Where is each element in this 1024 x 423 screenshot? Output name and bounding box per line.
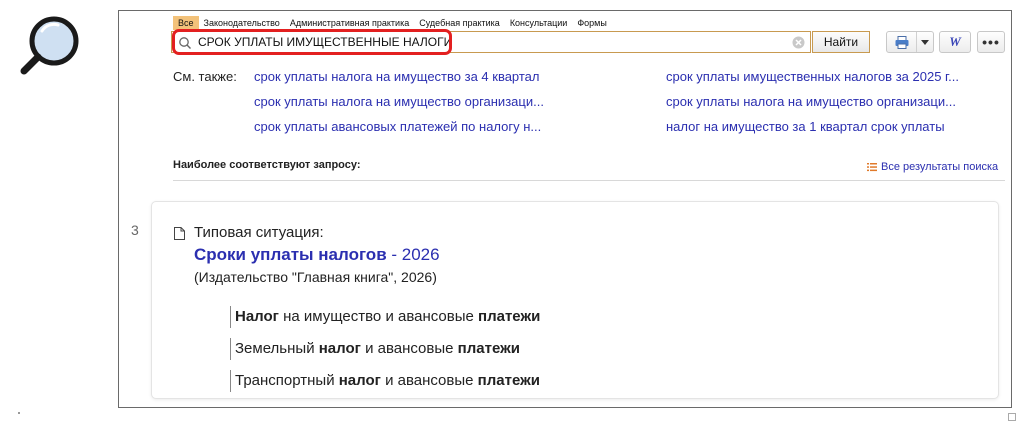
search-input[interactable]	[198, 34, 758, 50]
doc-year: 2026	[401, 245, 440, 264]
doc-type: Типовая ситуация:	[194, 224, 324, 241]
doc-title-separator: -	[386, 245, 402, 264]
tab-forms[interactable]: Формы	[572, 16, 612, 30]
section-text: Налог	[235, 308, 279, 325]
clear-icon[interactable]	[792, 36, 805, 49]
section-text: платежи	[477, 372, 540, 389]
search-box	[171, 31, 811, 53]
export-word-button[interactable]: W	[939, 31, 971, 53]
see-also-link[interactable]: срок уплаты налога на имущество за 4 ква…	[254, 69, 540, 84]
section-link[interactable]: Транспортный налог и авансовые платежи	[230, 370, 540, 392]
section-text: налог	[318, 340, 361, 357]
printer-icon	[895, 35, 909, 49]
relevant-title: Наиболее соответствуют запросу:	[173, 159, 361, 171]
word-icon: W	[949, 34, 961, 49]
more-button[interactable]: •••	[977, 31, 1005, 53]
see-also-link[interactable]: срок уплаты налога на имущество организа…	[254, 94, 544, 109]
section-link[interactable]: Налог на имущество и авансовые платежи	[230, 306, 540, 328]
print-dropdown[interactable]	[917, 32, 933, 52]
doc-source: (Издательство "Главная книга", 2026)	[194, 269, 437, 285]
see-also-link[interactable]: срок уплаты налога на имущество организа…	[666, 94, 956, 109]
see-also-link[interactable]: срок уплаты авансовых платежей по налогу…	[254, 119, 541, 134]
document-icon	[174, 227, 185, 240]
all-results-label: Все результаты поиска	[881, 161, 999, 173]
section-link[interactable]: Земельный налог и авансовые платежи	[230, 338, 520, 360]
tab-court-practice[interactable]: Судебная практика	[414, 16, 505, 30]
magnifier-icon	[20, 16, 79, 75]
section-text: и авансовые	[360, 340, 458, 357]
dot-mark	[18, 412, 20, 414]
divider	[173, 180, 1005, 181]
filter-tabs: Все Законодательство Административная пр…	[173, 16, 612, 30]
see-also-link[interactable]: налог на имущество за 1 квартал срок упл…	[666, 119, 945, 134]
section-text: на имущество и авансовые	[278, 308, 479, 325]
print-group	[886, 31, 934, 53]
chevron-down-icon	[921, 39, 930, 45]
corner-box	[1008, 413, 1016, 421]
see-also-label: См. также:	[173, 69, 237, 84]
section-text: платежи	[457, 340, 520, 357]
section-text: платежи	[478, 308, 541, 325]
search-icon	[179, 37, 191, 49]
tab-admin-practice[interactable]: Административная практика	[285, 16, 414, 30]
find-button[interactable]: Найти	[812, 31, 870, 53]
all-results-link[interactable]: Все результаты поиска	[867, 161, 998, 173]
more-icon: •••	[982, 34, 1000, 50]
result-card: Типовая ситуация: Сроки уплаты налогов -…	[151, 201, 999, 399]
section-text: Транспортный	[235, 372, 339, 389]
section-text: налог	[338, 372, 381, 389]
see-also-link[interactable]: срок уплаты имущественных налогов за 202…	[666, 69, 959, 84]
results-list-icon	[867, 163, 877, 172]
print-button[interactable]	[887, 32, 918, 52]
section-text: Земельный	[235, 340, 319, 357]
result-number: 3	[131, 222, 139, 238]
search-window: Все Законодательство Административная пр…	[118, 10, 1012, 408]
doc-title-text: Сроки уплаты налогов	[194, 245, 387, 264]
doc-title-link[interactable]: Сроки уплаты налогов - 2026	[194, 245, 440, 265]
tab-all[interactable]: Все	[173, 16, 199, 30]
tab-consultations[interactable]: Консультации	[505, 16, 573, 30]
section-text: и авансовые	[380, 372, 478, 389]
tab-legislation[interactable]: Законодательство	[199, 16, 285, 30]
